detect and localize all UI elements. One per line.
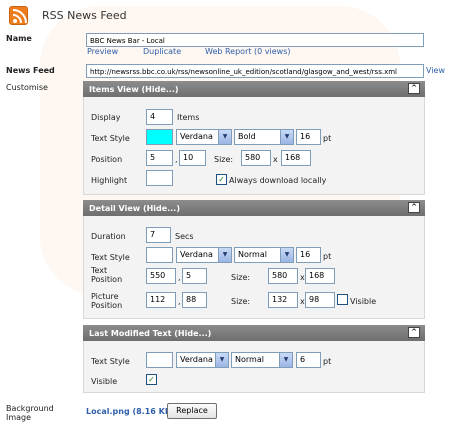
text-pos-y-input[interactable]: 5 — [182, 268, 207, 284]
duplicate-link[interactable]: Duplicate — [143, 47, 181, 56]
background-image-label-line1: Background — [6, 404, 54, 413]
lm-font-select[interactable]: Verdana ▼ — [176, 352, 229, 368]
lm-visible-checkbox[interactable]: ✓ — [146, 374, 157, 385]
detail-view-header[interactable]: Detail View (Hide...) ^ — [83, 200, 425, 216]
duration-label: Duration — [91, 232, 126, 241]
detail-weight-value: Normal — [238, 250, 267, 259]
pic-size-label: Size: — [231, 297, 251, 306]
lm-text-color-swatch[interactable] — [146, 352, 173, 368]
lm-visible-label: Visible — [91, 377, 118, 386]
last-modified-header[interactable]: Last Modified Text (Hide...) ^ — [83, 325, 425, 341]
rss-icon — [9, 6, 28, 25]
chevron-down-icon: ▼ — [218, 130, 231, 144]
detail-size-unit: pt — [323, 252, 332, 261]
items-by-label: x — [273, 155, 278, 164]
always-download-checkbox[interactable]: ✓ — [216, 174, 227, 185]
text-position-label-line1: Text — [91, 266, 108, 275]
page-title: RSS News Feed — [42, 9, 127, 22]
background-image-label-line2: Image — [6, 413, 32, 422]
detail-text-color-swatch[interactable] — [146, 247, 173, 263]
text-width-input[interactable]: 580 — [268, 268, 298, 284]
comma-separator: , — [175, 155, 178, 164]
pic-pos-x-input[interactable]: 112 — [146, 292, 176, 308]
lm-font-value: Verdana — [180, 355, 213, 364]
lm-size-input[interactable]: 6 — [296, 352, 321, 368]
chevron-down-icon: ▼ — [218, 248, 231, 262]
name-label: Name — [6, 34, 32, 43]
text-size-label: Size: — [231, 273, 251, 282]
chevron-down-icon: ▼ — [215, 353, 228, 367]
items-position-label: Position — [91, 155, 123, 164]
lm-weight-select[interactable]: Normal ▼ — [231, 352, 293, 368]
view-feed-link[interactable]: View — [426, 66, 445, 75]
news-feed-label: News Feed — [6, 66, 55, 75]
name-input[interactable]: BBC News Bar - Local — [86, 33, 424, 47]
detail-view-collapse-icon[interactable]: ^ — [408, 202, 420, 213]
display-count-input[interactable]: 4 — [146, 109, 173, 125]
picture-position-label-line2: Position — [91, 301, 123, 310]
detail-size-input[interactable]: 16 — [296, 247, 321, 263]
comma-separator: , — [178, 297, 181, 306]
lm-size-unit: pt — [323, 357, 332, 366]
display-label: Display — [91, 113, 121, 122]
items-size-input[interactable]: 16 — [296, 129, 321, 145]
lm-weight-value: Normal — [235, 355, 264, 364]
items-width-input[interactable]: 580 — [241, 150, 271, 166]
items-text-color-swatch[interactable] — [146, 129, 173, 145]
detail-font-value: Verdana — [180, 250, 213, 259]
detail-weight-select[interactable]: Normal ▼ — [234, 247, 294, 263]
items-font-select[interactable]: Verdana ▼ — [176, 129, 232, 145]
last-modified-title: Last Modified Text (Hide...) — [89, 329, 212, 338]
detail-view-title: Detail View (Hide...) — [89, 204, 180, 213]
lm-text-style-label: Text Style — [91, 357, 130, 366]
items-view-collapse-icon[interactable]: ^ — [408, 83, 420, 94]
items-weight-value: Bold — [238, 132, 256, 141]
items-view-title: Items View (Hide...) — [89, 85, 179, 94]
items-pos-y-input[interactable]: 10 — [179, 150, 206, 166]
pic-pos-y-input[interactable]: 88 — [182, 292, 207, 308]
items-height-input[interactable]: 168 — [281, 150, 311, 166]
detail-font-select[interactable]: Verdana ▼ — [176, 247, 232, 263]
preview-link[interactable]: Preview — [87, 47, 118, 56]
pic-width-input[interactable]: 132 — [268, 292, 298, 308]
picture-visible-label: Visible — [350, 297, 377, 306]
web-report-link[interactable]: Web Report (0 views) — [205, 47, 291, 56]
highlight-color-swatch[interactable] — [146, 170, 173, 186]
items-view-header[interactable]: Items View (Hide...) ^ — [83, 81, 425, 97]
duration-input[interactable]: 7 — [146, 227, 171, 243]
text-height-input[interactable]: 168 — [305, 268, 335, 284]
secs-label: Secs — [175, 232, 194, 241]
chevron-down-icon: ▼ — [280, 130, 293, 144]
text-position-label-line2: Position — [91, 275, 123, 284]
items-pos-x-input[interactable]: 5 — [146, 150, 173, 166]
chevron-down-icon: ▼ — [279, 353, 292, 367]
items-weight-select[interactable]: Bold ▼ — [234, 129, 294, 145]
picture-position-label-line1: Picture — [91, 292, 119, 301]
items-font-value: Verdana — [180, 132, 213, 141]
items-text-style-label: Text Style — [91, 134, 130, 143]
comma-separator: , — [178, 273, 181, 282]
pic-height-input[interactable]: 98 — [305, 292, 335, 308]
items-size-label: Size: — [214, 155, 234, 164]
items-unit-label: Items — [177, 113, 200, 122]
highlight-label: Highlight — [91, 176, 128, 185]
items-size-unit: pt — [323, 134, 332, 143]
replace-button[interactable]: Replace — [167, 403, 217, 419]
picture-visible-checkbox[interactable] — [337, 294, 348, 305]
news-feed-input[interactable]: http://newsrss.bbc.co.uk/rss/newsonline_… — [86, 64, 424, 78]
always-download-label: Always download locally — [229, 176, 327, 185]
detail-text-style-label: Text Style — [91, 253, 130, 262]
customise-label: Customise — [6, 83, 48, 92]
background-image-file-link[interactable]: Local.png (8.16 KB) — [86, 407, 175, 416]
chevron-down-icon: ▼ — [280, 248, 293, 262]
text-pos-x-input[interactable]: 550 — [146, 268, 176, 284]
last-modified-collapse-icon[interactable]: ^ — [408, 327, 420, 338]
